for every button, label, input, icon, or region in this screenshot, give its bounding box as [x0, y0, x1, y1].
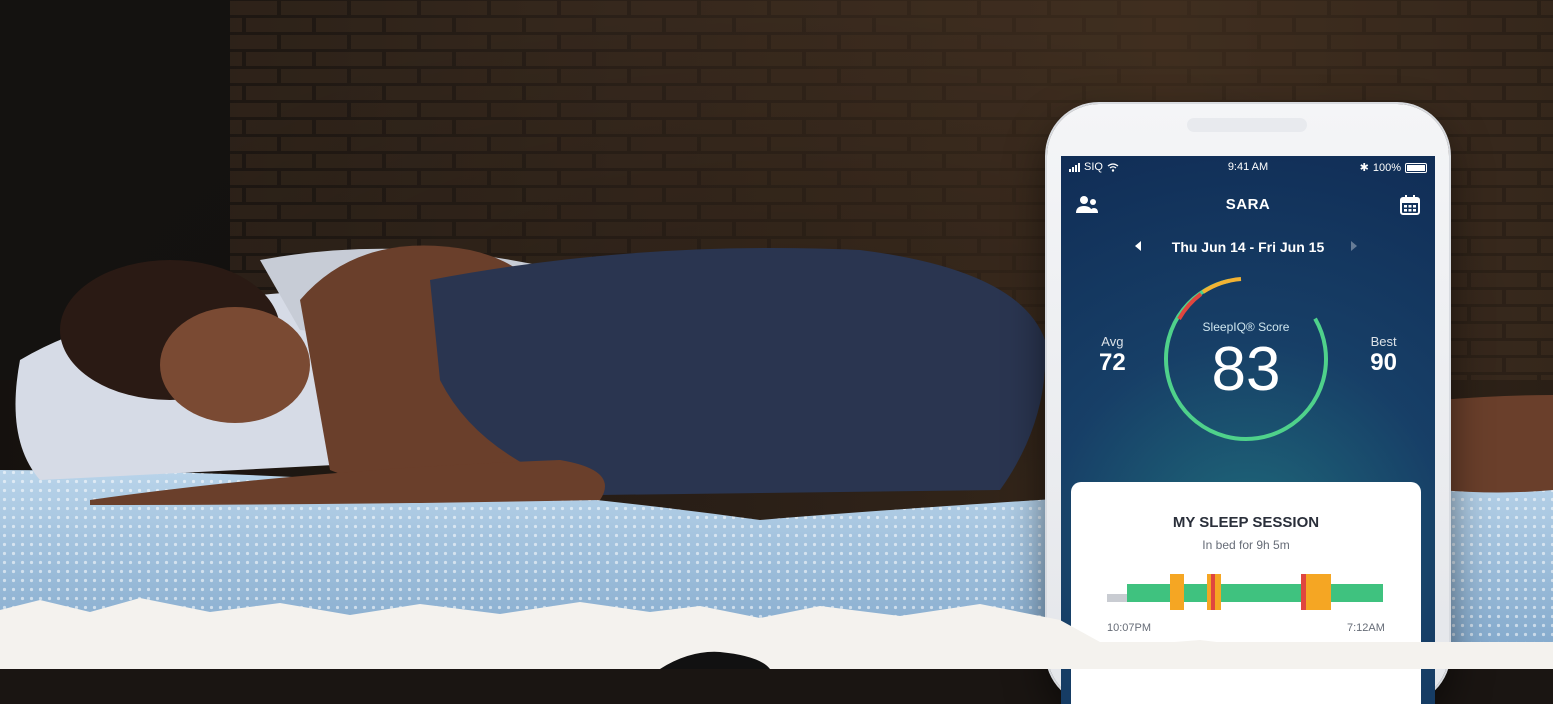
ring-red-segment: [1177, 292, 1203, 321]
avg-score: Avg 72: [1099, 334, 1126, 377]
sleepiq-score-panel: Avg 72 SleepIQ® Score 83 Best 90: [1061, 274, 1435, 444]
battery-icon: [1405, 162, 1427, 173]
phone-mockup: SIQ 9:41 AM ✱ 100% SARA Thu Jun 14 - Fri…: [1047, 104, 1449, 704]
session-start-time: 10:07PM: [1107, 622, 1152, 634]
bluetooth-icon: ✱: [1359, 162, 1369, 174]
timeline-restful: [1127, 584, 1383, 602]
timeline-out-of-bed-2: [1301, 574, 1306, 610]
sleep-timeline: [1107, 574, 1383, 610]
avg-value: 72: [1099, 349, 1126, 376]
session-title: MY SLEEP SESSION: [1172, 514, 1320, 531]
date-range: Thu Jun 14 - Fri Jun 15: [1171, 239, 1325, 255]
session-end-time: 7:12AM: [1347, 622, 1385, 634]
chevron-right-icon[interactable]: [1349, 240, 1359, 252]
date-navigator: Thu Jun 14 - Fri Jun 15: [1061, 236, 1435, 260]
sleep-session-card[interactable]: MY SLEEP SESSION In bed for 9h 5m 10:07P…: [1071, 482, 1421, 704]
status-right: ✱ 100%: [1360, 161, 1427, 174]
best-value: 90: [1370, 349, 1397, 376]
status-bar: SIQ 9:41 AM ✱ 100%: [1061, 156, 1435, 178]
battery-label: 100%: [1372, 161, 1401, 174]
phone-speaker: [1187, 118, 1307, 132]
score-value: 83: [1211, 335, 1281, 404]
app-screen: SIQ 9:41 AM ✱ 100% SARA Thu Jun 14 - Fri…: [1061, 156, 1435, 704]
timeline-out-of-bed-1: [1211, 574, 1215, 610]
ring-yellow-segment: [1201, 277, 1242, 294]
best-label: Best: [1370, 334, 1397, 349]
avg-label: Avg: [1101, 334, 1124, 349]
app-header: SARA: [1061, 192, 1435, 220]
user-name[interactable]: SARA: [1061, 196, 1435, 213]
timeline-restless-1: [1170, 574, 1184, 610]
session-duration: In bed for 9h 5m: [1202, 538, 1290, 552]
best-score: Best 90: [1370, 334, 1397, 377]
calendar-icon[interactable]: [1399, 194, 1421, 216]
timeline-pre-sleep: [1107, 594, 1127, 602]
